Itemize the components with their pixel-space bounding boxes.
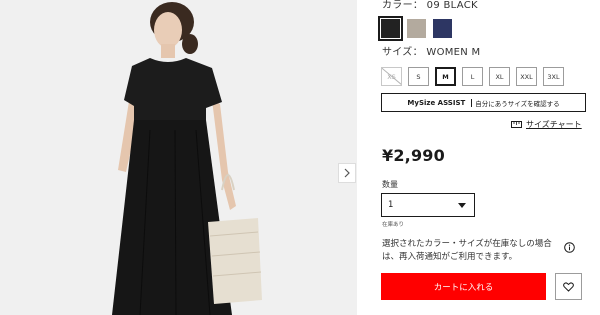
mysize-text: 自分にあうサイズを確認する — [475, 99, 560, 108]
info-icon[interactable] — [564, 242, 575, 253]
size-option-xl[interactable]: XL — [489, 67, 510, 86]
stock-status: 在庫あり — [382, 222, 405, 228]
size-options: XS S M L XL XXL 3XL — [381, 67, 564, 86]
heart-icon — [563, 281, 574, 292]
product-photo — [0, 0, 357, 315]
color-swatches — [378, 16, 452, 41]
restock-notice: 選択されたカラー・サイズが在庫なしの場合は、再入荷通知がご利用できます。 — [382, 239, 552, 262]
color-swatch-beige[interactable] — [407, 19, 426, 38]
size-option-xxl[interactable]: XXL — [516, 67, 537, 86]
mysize-brand: MySize ASSIST — [407, 98, 466, 107]
size-label: サイズ： WOMEN M — [382, 47, 481, 58]
product-detail-panel: カラー： 09 BLACK サイズ： WOMEN M XS S M L XL X… — [357, 0, 600, 315]
caret-down-icon — [458, 202, 466, 208]
color-label: カラー： 09 BLACK — [382, 0, 478, 11]
product-price: ¥2,990 — [382, 146, 445, 165]
size-option-s[interactable]: S — [408, 67, 429, 86]
size-chart-label: サイズチャート — [526, 120, 582, 129]
quantity-label: 数量 — [382, 180, 398, 189]
next-image-button[interactable] — [338, 163, 356, 183]
size-chart-link[interactable]: サイズチャート — [511, 119, 582, 130]
ruler-icon — [511, 121, 522, 128]
add-to-cart-button[interactable]: カートに入れる — [381, 273, 546, 300]
favorite-button[interactable] — [555, 273, 582, 300]
quantity-select[interactable]: 1 — [381, 193, 475, 217]
divider — [471, 98, 473, 107]
size-option-l[interactable]: L — [462, 67, 483, 86]
size-option-3xl[interactable]: 3XL — [543, 67, 564, 86]
color-swatch-black[interactable] — [378, 16, 403, 41]
chevron-right-icon — [344, 168, 350, 178]
size-option-m[interactable]: M — [435, 67, 456, 86]
color-swatch-navy[interactable] — [433, 19, 452, 38]
product-image-gallery — [0, 0, 357, 315]
mysize-assist-button[interactable]: MySize ASSIST 自分にあうサイズを確認する — [381, 93, 586, 112]
quantity-value: 1 — [388, 200, 394, 210]
size-option-xs[interactable]: XS — [381, 67, 402, 86]
